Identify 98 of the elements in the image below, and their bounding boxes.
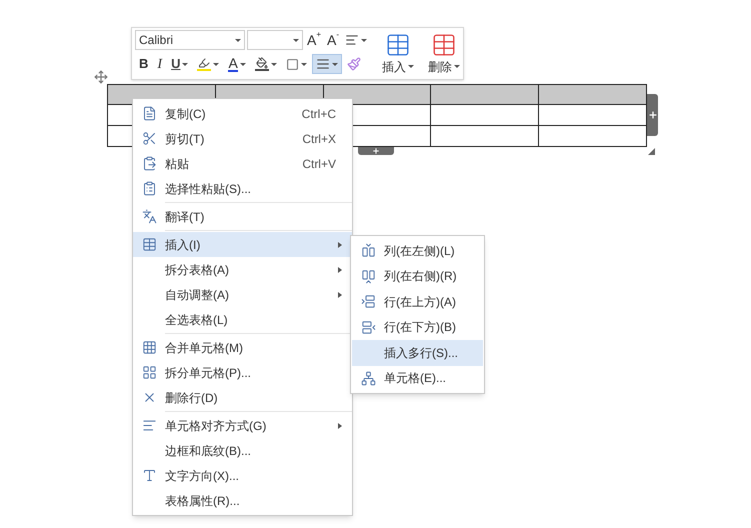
menu-item-label: 全选表格(L) <box>165 312 229 328</box>
dropdown-caret-icon <box>454 65 460 68</box>
submenu-item[interactable]: 行(在上方)(A) <box>352 289 483 314</box>
menu-item[interactable]: 合并单元格(M) <box>133 335 352 360</box>
menu-item[interactable]: 翻译(T) <box>133 204 352 229</box>
line-spacing-icon <box>345 33 360 47</box>
grow-font-button[interactable]: A+ <box>305 31 324 49</box>
menu-item-label: 粘贴 <box>165 156 190 172</box>
paintbrush-icon <box>346 57 361 71</box>
dropdown-caret-icon <box>293 38 299 42</box>
line-spacing-button[interactable] <box>343 33 370 47</box>
border-icon <box>286 58 299 70</box>
split-grid-icon <box>142 365 156 380</box>
menu-item[interactable]: 插入(I) <box>133 232 352 257</box>
document-icon <box>142 106 156 121</box>
resize-corner-icon[interactable] <box>648 148 655 155</box>
menu-item[interactable]: 选择性粘贴(S)... <box>133 176 352 201</box>
menu-item-label: 表格属性(R)... <box>165 492 241 510</box>
insert-button[interactable]: 插入 <box>381 32 416 76</box>
move-handle-icon[interactable] <box>94 70 108 84</box>
menu-item-label: 删除行(D) <box>165 390 219 406</box>
font-dropdown[interactable]: Calibri <box>135 30 245 50</box>
menu-item[interactable]: 表格属性(R)... <box>133 488 352 513</box>
menu-item[interactable]: 全选表格(L) <box>133 307 352 332</box>
clipboard-list-icon <box>142 181 156 196</box>
paint-bucket-icon <box>254 57 269 71</box>
translate-icon <box>142 209 156 224</box>
add-row-handle[interactable] <box>358 147 394 155</box>
underline-button[interactable]: U <box>167 54 192 74</box>
dropdown-caret-icon <box>300 62 307 66</box>
insert-row-below-icon <box>360 320 376 335</box>
insert-row-above-icon <box>360 294 376 310</box>
plus-icon <box>372 147 380 155</box>
menu-item-label: 复制(C) <box>165 106 207 122</box>
menu-item[interactable]: 单元格对齐方式(G) <box>133 413 352 438</box>
dropdown-caret-icon <box>213 62 220 66</box>
table-delete-icon <box>431 32 458 58</box>
dropdown-caret-icon <box>361 38 368 42</box>
shortcut-text: Ctrl+C <box>302 106 336 122</box>
dropdown-caret-icon <box>240 62 246 66</box>
submenu-item[interactable]: 插入多行(S)... <box>352 340 483 366</box>
menu-item-label: 选择性粘贴(S)... <box>165 180 252 198</box>
table-icon <box>142 237 156 252</box>
menu-item-label: 自动调整(A) <box>165 286 230 304</box>
menu-item[interactable]: 边框和底纹(B)... <box>133 438 352 463</box>
submenu-item-label: 插入多行(S)... <box>384 344 458 362</box>
menu-item-label: 拆分单元格(P)... <box>165 364 252 382</box>
submenu-item[interactable]: 单元格(E)... <box>352 366 483 391</box>
submenu-item-label: 列(在右侧)(R) <box>384 268 457 286</box>
menu-item-label: 插入(I) <box>165 236 202 254</box>
shortcut-text: Ctrl+V <box>302 156 336 172</box>
shrink-font-button[interactable]: A- <box>325 31 342 49</box>
text-direction-icon <box>142 468 156 483</box>
align-left-icon <box>142 418 156 433</box>
dropdown-caret-icon <box>270 62 277 66</box>
menu-item[interactable]: 复制(C) Ctrl+C <box>133 101 352 126</box>
plus-icon <box>648 110 658 120</box>
clipboard-icon <box>142 156 156 171</box>
delete-button[interactable]: 删除 <box>425 32 464 76</box>
submenu-item-label: 单元格(E)... <box>384 370 446 388</box>
submenu-item-label: 列(在左侧)(L) <box>384 242 455 260</box>
dropdown-caret-icon <box>235 38 241 42</box>
submenu-item[interactable]: 列(在右侧)(R) <box>352 264 483 289</box>
menu-item-label: 翻译(T) <box>165 208 206 226</box>
menu-item[interactable]: 自动调整(A) <box>133 282 352 307</box>
menu-item-label: 单元格对齐方式(G) <box>165 418 268 434</box>
menu-item-label: 文字方向(X)... <box>165 468 240 484</box>
menu-item[interactable]: 粘贴 Ctrl+V <box>133 151 352 176</box>
submenu-item-label: 行(在上方)(A) <box>384 294 456 311</box>
grid-icon <box>142 340 156 355</box>
shortcut-text: Ctrl+X <box>302 130 336 148</box>
insert-column-left-icon <box>360 243 376 258</box>
insert-column-right-icon <box>360 268 376 284</box>
menu-item[interactable]: 文字方向(X)... <box>133 463 352 488</box>
submenu-item[interactable]: 列(在左侧)(L) <box>352 238 483 264</box>
dropdown-caret-icon <box>332 62 338 66</box>
menu-item[interactable]: 剪切(T) Ctrl+X <box>133 126 352 151</box>
italic-button[interactable]: I <box>153 54 166 74</box>
menu-item[interactable]: 拆分单元格(P)... <box>133 360 352 385</box>
submenu-item[interactable]: 行(在下方)(B) <box>352 314 483 340</box>
scissors-icon <box>142 131 156 146</box>
menu-item-label: 合并单元格(M) <box>165 340 244 356</box>
menu-item-label: 边框和底纹(B)... <box>165 442 252 460</box>
cell-diagram-icon <box>360 370 376 386</box>
add-column-handle[interactable] <box>647 94 658 136</box>
align-button[interactable] <box>312 54 342 74</box>
dropdown-caret-icon <box>182 62 188 66</box>
font-color-button[interactable]: A <box>224 54 250 74</box>
highlighter-icon <box>197 57 212 71</box>
menu-item[interactable]: 拆分表格(A) <box>133 257 352 282</box>
bold-button[interactable]: B <box>135 54 152 74</box>
dropdown-caret-icon <box>408 65 414 68</box>
table-insert-icon <box>385 32 412 58</box>
menu-item-label: 拆分表格(A) <box>165 262 230 278</box>
menu-item-label: 剪切(T) <box>165 130 206 148</box>
font-name: Calibri <box>139 32 174 49</box>
submenu-item-label: 行(在下方)(B) <box>384 319 456 336</box>
menu-item[interactable]: 删除行(D) <box>133 385 352 410</box>
